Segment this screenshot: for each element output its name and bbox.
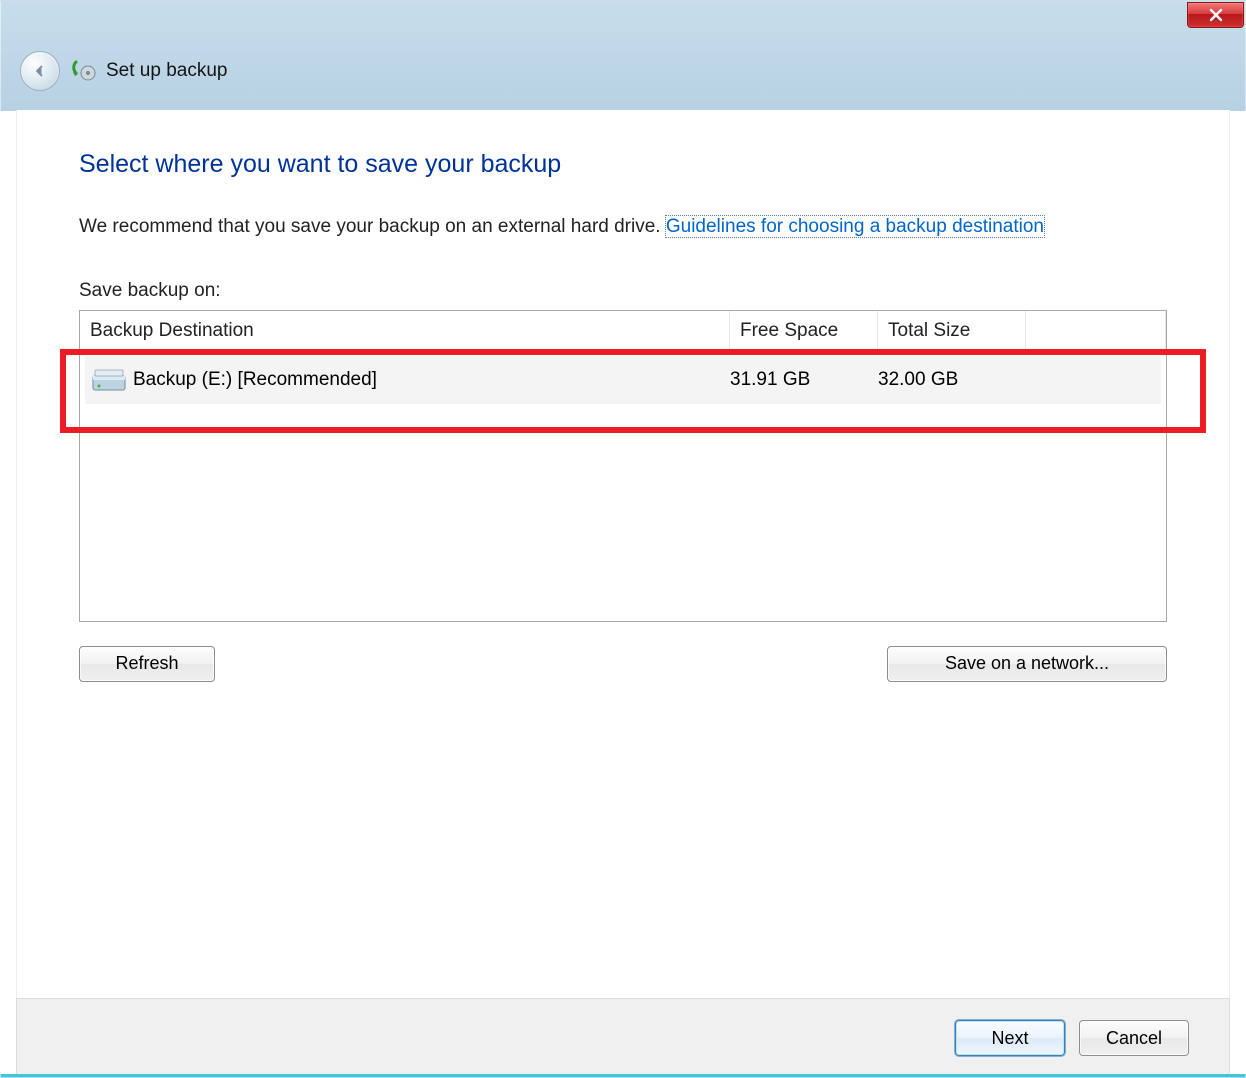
- column-header-destination[interactable]: Backup Destination: [80, 311, 730, 351]
- window-title: Set up backup: [106, 60, 227, 82]
- arrow-left-icon: [31, 62, 49, 80]
- wizard-content: Select where you want to save your backu…: [16, 110, 1230, 998]
- destination-list[interactable]: Backup Destination Free Space Total Size…: [79, 310, 1167, 622]
- wizard-footer: Next Cancel: [16, 998, 1230, 1078]
- taskbar-edge: [0, 1074, 1246, 1078]
- destination-free-space: 31.91 GB: [730, 369, 878, 391]
- destination-name: Backup (E:) [Recommended]: [133, 369, 730, 391]
- column-headers: Backup Destination Free Space Total Size: [80, 311, 1166, 352]
- hard-drive-icon: [85, 366, 133, 394]
- cancel-button[interactable]: Cancel: [1079, 1020, 1189, 1056]
- destination-total-size: 32.00 GB: [878, 369, 1026, 391]
- backup-and-restore-icon: [70, 58, 96, 84]
- next-button[interactable]: Next: [955, 1020, 1065, 1056]
- column-header-free-space[interactable]: Free Space: [730, 311, 878, 351]
- refresh-button[interactable]: Refresh: [79, 646, 215, 682]
- instruction-text: We recommend that you save your backup o…: [79, 213, 1167, 242]
- save-on-network-button[interactable]: Save on a network...: [887, 646, 1167, 682]
- guidelines-link[interactable]: Guidelines for choosing a backup destina…: [666, 216, 1044, 237]
- instruction-prefix: We recommend that you save your backup o…: [79, 216, 666, 237]
- close-icon: [1209, 8, 1223, 22]
- page-heading: Select where you want to save your backu…: [79, 150, 1167, 179]
- close-button[interactable]: [1187, 2, 1244, 28]
- back-button[interactable]: [20, 51, 60, 91]
- save-on-label: Save backup on:: [79, 280, 1167, 302]
- column-header-total-size[interactable]: Total Size: [878, 311, 1026, 351]
- backup-wizard-window: Set up backup Select where you want to s…: [0, 0, 1246, 1078]
- destination-row[interactable]: Backup (E:) [Recommended] 31.91 GB 32.00…: [85, 356, 1161, 404]
- window-header: Set up backup: [0, 0, 1246, 111]
